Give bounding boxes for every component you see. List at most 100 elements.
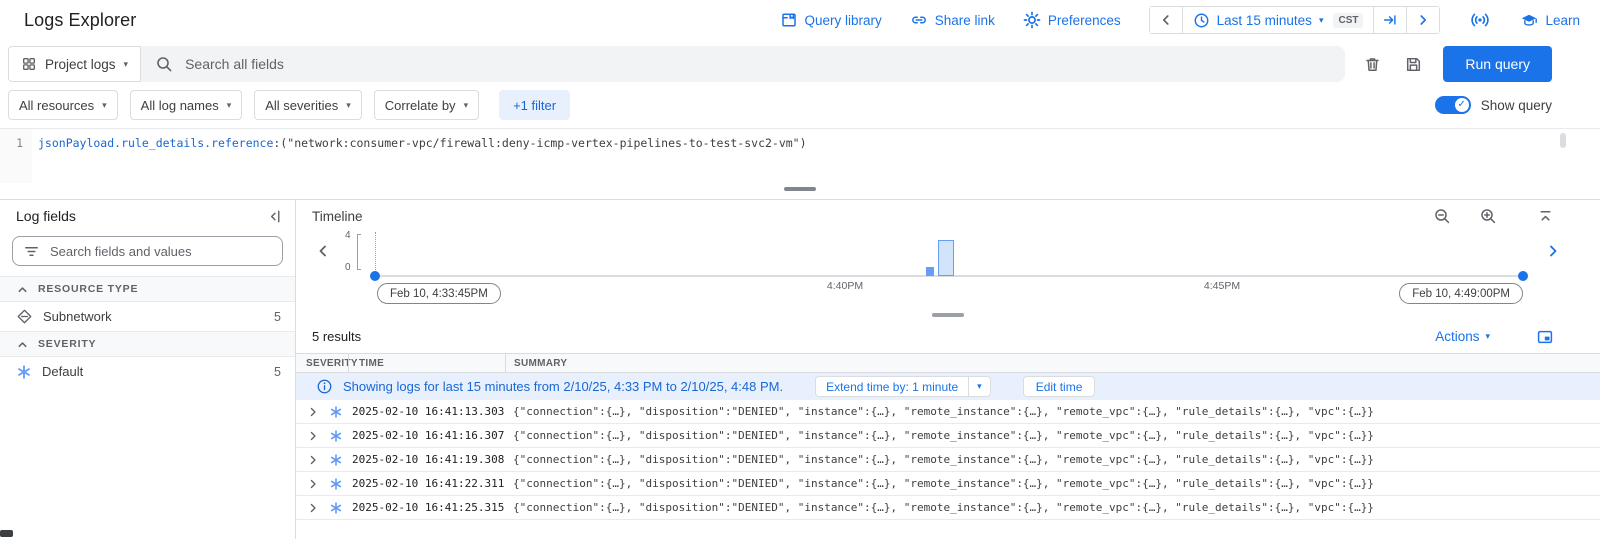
expand-row-icon[interactable]: [306, 429, 322, 443]
log-row[interactable]: 2025-02-10 16:41:13.303 {"connection":{……: [296, 400, 1600, 424]
field-item-default-severity[interactable]: Default 5: [0, 357, 295, 386]
share-link-button[interactable]: Share link: [910, 11, 995, 29]
share-link-label: Share link: [935, 13, 995, 28]
actions-label: Actions: [1435, 329, 1479, 344]
timeline-title: Timeline: [312, 209, 363, 224]
all-log-names-label: All log names: [141, 98, 219, 113]
scrollbar-thumb[interactable]: [1560, 133, 1566, 148]
stream-logs-button[interactable]: [1468, 8, 1492, 32]
zoom-in-button[interactable]: [1477, 205, 1499, 227]
fields-search: [12, 236, 283, 266]
log-row[interactable]: 2025-02-10 16:41:16.307 {"connection":{……: [296, 424, 1600, 448]
search-icon: [155, 55, 173, 73]
all-resources-dropdown[interactable]: All resources ▾: [8, 90, 118, 120]
collapse-log-fields-button[interactable]: [264, 206, 285, 227]
field-item-subnetwork[interactable]: Subnetwork 5: [0, 302, 295, 331]
editor-resize-divider: [0, 187, 1600, 199]
section-resource-type[interactable]: RESOURCE TYPE: [0, 276, 295, 302]
page-title: Logs Explorer: [24, 10, 136, 31]
expand-row-icon[interactable]: [306, 501, 322, 515]
range-end-handle[interactable]: [1518, 271, 1528, 281]
column-header-summary: SUMMARY: [505, 354, 1600, 372]
timeline-chart[interactable]: 4 0 4:40PM 4:45PM Feb 10, 4:33:45PM Feb …: [296, 232, 1600, 310]
time-forward-button[interactable]: [1406, 7, 1439, 33]
filter-list-icon: [23, 243, 40, 260]
open-results-new-page-button[interactable]: [1534, 326, 1556, 348]
range-start-chip[interactable]: Feb 10, 4:33:45PM: [377, 283, 501, 304]
fields-search-input[interactable]: [48, 243, 272, 260]
chevron-down-icon: ▾: [1319, 16, 1324, 25]
y-axis-max-label: 4: [345, 230, 351, 241]
scrollbar-thumb-bottom[interactable]: [0, 530, 13, 537]
added-filter-chip[interactable]: +1 filter: [499, 90, 570, 120]
expand-row-icon[interactable]: [306, 453, 322, 467]
zoom-out-button[interactable]: [1431, 205, 1453, 227]
timeline-header: Timeline: [296, 200, 1600, 232]
severity-default-icon: [329, 429, 344, 443]
log-timestamp: 2025-02-10 16:41:19.308: [352, 453, 504, 466]
chevron-left-icon: [314, 242, 332, 260]
log-fields-header: Log fields: [0, 200, 295, 232]
extend-time-options-button[interactable]: ▾: [968, 376, 991, 397]
query-punct-token: :(: [273, 136, 287, 150]
query-text[interactable]: jsonPayload.rule_details.reference:("net…: [32, 129, 807, 183]
main-area: Log fields RESOURCE TYPE: [0, 199, 1600, 539]
run-query-button[interactable]: Run query: [1443, 46, 1552, 82]
range-end-chip[interactable]: Feb 10, 4:49:00PM: [1399, 283, 1523, 304]
time-navigation-group: Last 15 minutes ▾ CST: [1149, 6, 1441, 34]
line-number: 1: [0, 129, 32, 183]
timeline-pan-right-button[interactable]: [1542, 240, 1564, 262]
learn-button[interactable]: Learn: [1520, 11, 1580, 29]
log-fields-panel: Log fields RESOURCE TYPE: [0, 200, 296, 539]
scope-selector-button[interactable]: Project logs ▾: [8, 46, 141, 82]
expand-row-icon[interactable]: [306, 405, 322, 419]
range-start-handle[interactable]: [370, 271, 380, 281]
y-axis: [357, 234, 361, 270]
preferences-button[interactable]: Preferences: [1023, 11, 1121, 29]
skip-end-icon: [1382, 12, 1398, 28]
log-row[interactable]: 2025-02-10 16:41:19.308 {"connection":{……: [296, 448, 1600, 472]
log-row[interactable]: 2025-02-10 16:41:25.315 {"connection":{……: [296, 496, 1600, 520]
search-all-fields-input[interactable]: [183, 55, 1331, 73]
timeline-bar[interactable]: [926, 267, 934, 276]
chevron-up-icon: [16, 338, 29, 351]
query-library-button[interactable]: Query library: [780, 11, 882, 29]
query-punct-token: ): [800, 136, 807, 150]
time-skip-to-now-button[interactable]: [1373, 7, 1406, 33]
filter-bar: All resources ▾ All log names ▾ All seve…: [0, 86, 1600, 128]
all-log-names-dropdown[interactable]: All log names ▾: [130, 90, 243, 120]
time-range-selector[interactable]: Last 15 minutes ▾ CST: [1182, 7, 1374, 33]
chevron-right-icon: [1544, 242, 1562, 260]
panel-collapse-icon: [266, 208, 283, 225]
clear-query-button[interactable]: [1359, 51, 1386, 78]
info-icon: [316, 378, 333, 395]
all-severities-dropdown[interactable]: All severities ▾: [254, 90, 362, 120]
edit-time-button[interactable]: Edit time: [1023, 376, 1096, 397]
save-query-button[interactable]: [1400, 51, 1427, 78]
timeline-zoom-controls: [1431, 205, 1499, 227]
query-editor[interactable]: 1 jsonPayload.rule_details.reference:("n…: [0, 128, 1600, 183]
drag-handle[interactable]: [784, 187, 816, 191]
extend-time-button[interactable]: Extend time by: 1 minute: [815, 376, 968, 397]
drag-handle[interactable]: [932, 313, 964, 317]
gear-icon: [1023, 11, 1041, 29]
toggle-switch-on[interactable]: ✓: [1435, 96, 1471, 114]
section-severity[interactable]: SEVERITY: [0, 331, 295, 357]
scope-label: Project logs: [45, 57, 116, 72]
timeline-pan-left-button[interactable]: [312, 240, 334, 262]
log-summary: {"connection":{…}, "disposition":"DENIED…: [513, 429, 1600, 442]
field-item-count: 5: [274, 310, 281, 324]
timeline-bar[interactable]: [938, 240, 954, 276]
log-row[interactable]: 2025-02-10 16:41:22.311 {"connection":{……: [296, 472, 1600, 496]
extend-time-split-button: Extend time by: 1 minute ▾: [815, 376, 991, 397]
expand-row-icon[interactable]: [306, 477, 322, 491]
correlate-by-dropdown[interactable]: Correlate by ▾: [374, 90, 479, 120]
chevron-down-icon: ▾: [977, 381, 982, 392]
log-fields-title: Log fields: [16, 208, 76, 224]
collapse-timeline-button[interactable]: [1535, 206, 1556, 227]
actions-menu-button[interactable]: Actions ▾: [1429, 328, 1496, 345]
banner-message: Showing logs for last 15 minutes from 2/…: [343, 379, 783, 394]
broadcast-icon: [1470, 10, 1490, 30]
show-query-toggle[interactable]: ✓ Show query: [1435, 96, 1552, 114]
time-back-button[interactable]: [1150, 7, 1182, 33]
